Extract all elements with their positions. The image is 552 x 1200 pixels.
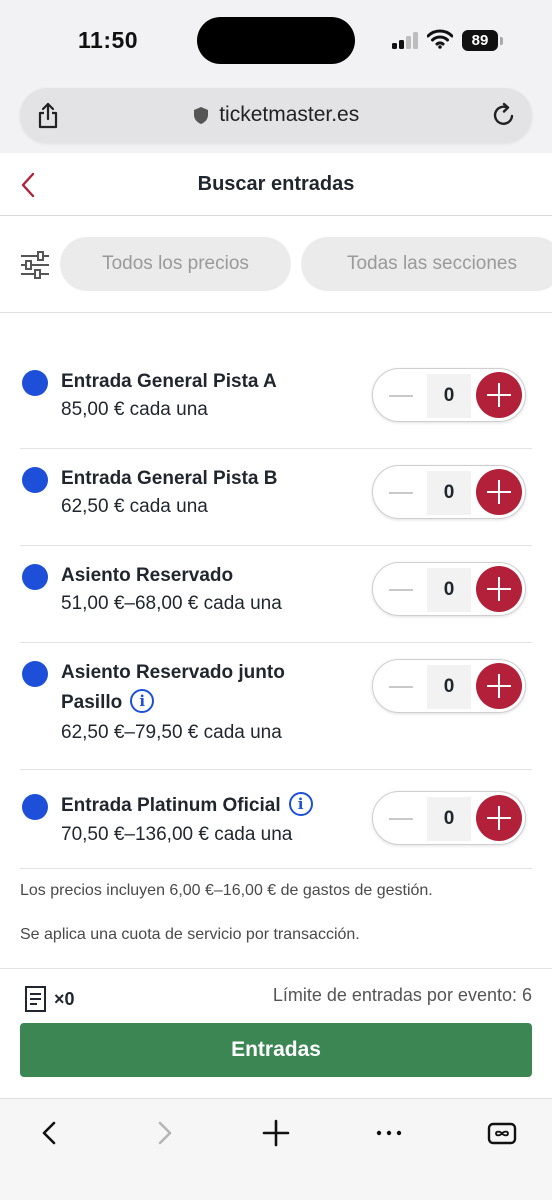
decrease-button[interactable] [389,395,413,397]
increase-button[interactable] [476,795,522,841]
price-filter-button[interactable]: Todos los precios [60,237,291,291]
ticket-name: Asiento Reservado junto [61,662,285,683]
dynamic-island [197,17,355,64]
ticket-name-line2: Pasillo i [61,688,155,718]
page-title: Buscar entradas [197,173,355,195]
ticket-name-continued: Pasillo [61,692,123,713]
quantity-value: 0 [427,374,471,418]
reload-icon[interactable] [492,102,516,128]
back-icon[interactable] [32,1115,68,1151]
service-fee-note: Se aplica una cuota de servicio por tran… [20,926,360,943]
ticket-row: Entrada General Pista A 85,00 € cada una… [20,352,532,449]
increase-button[interactable] [476,469,522,515]
ticket-name-row: Entrada Platinum Oficial i [61,791,313,821]
receipt-icon [25,986,46,1012]
ticket-row: Entrada General Pista B 62,50 € cada una… [20,449,532,546]
increase-button[interactable] [476,372,522,418]
new-tab-icon[interactable] [258,1115,294,1151]
url-display[interactable]: ticketmaster.es [20,103,532,127]
quantity-value: 0 [427,568,471,612]
forward-icon[interactable] [146,1115,182,1151]
ticket-list: Entrada General Pista A 85,00 € cada una… [20,352,532,869]
status-time: 11:50 [78,27,139,53]
ticket-price: 85,00 € cada una [61,399,208,420]
quantity-value: 0 [427,665,471,709]
decrease-button[interactable] [389,589,413,591]
ticket-limit-text: Límite de entradas por evento: 6 [272,985,532,1005]
ticket-price: 70,50 €–136,00 € cada una [61,824,293,845]
ticket-color-dot [22,370,48,396]
filter-sliders-icon[interactable] [20,251,50,279]
filter-bar: Todos los precios Todas las secciones [0,217,552,313]
info-icon[interactable]: i [130,689,155,713]
tabs-icon[interactable] [484,1115,520,1151]
fees-note: Los precios incluyen 6,00 €–16,00 € de g… [20,882,433,899]
quantity-value: 0 [427,471,471,515]
status-bar: 11:50 89 [0,0,552,80]
decrease-button[interactable] [389,492,413,494]
ticket-row: Asiento Reservado 51,00 €–68,00 € cada u… [20,546,532,643]
ticket-price: 62,50 €–79,50 € cada una [61,722,282,743]
ticket-price: 51,00 €–68,00 € cada una [61,593,282,614]
ticket-color-dot [22,794,48,820]
address-bar[interactable]: ticketmaster.es [20,88,532,143]
fee-notes: Los precios incluyen 6,00 €–16,00 € de g… [20,880,532,968]
quantity-value: 0 [427,797,471,841]
ticket-name: Entrada General Pista B [61,468,278,489]
ticket-count: ×0 [24,985,75,1013]
quantity-stepper: 0 [372,562,526,616]
quantity-stepper: 0 [372,659,526,713]
cellular-signal-icon [392,31,420,49]
entradas-button[interactable]: Entradas [20,1023,532,1077]
ticket-name: Asiento Reservado [61,565,234,586]
checkout-footer: ×0 Límite de entradas por evento: 6 Entr… [0,968,552,1098]
ticket-price: 62,50 € cada una [61,496,208,517]
more-icon[interactable] [371,1115,407,1151]
ticket-name: Entrada General Pista A [61,371,277,392]
battery-tip [500,37,503,45]
ticket-color-dot [22,467,48,493]
increase-button[interactable] [476,566,522,612]
page-header: Buscar entradas [0,153,552,216]
section-filter-button[interactable]: Todas las secciones [301,237,552,291]
ticket-row: Asiento Reservado junto Pasillo i 62,50 €… [20,643,532,770]
quantity-stepper: 0 [372,368,526,422]
ticket-count-value: ×0 [54,988,75,1009]
wifi-icon [427,29,453,49]
decrease-button[interactable] [389,686,413,688]
battery-level: 89 [462,30,498,51]
quantity-stepper: 0 [372,465,526,519]
ticket-color-dot [22,661,48,687]
shield-icon [193,106,208,124]
decrease-button[interactable] [389,818,413,820]
browser-toolbar [0,1098,552,1200]
page-content: Buscar entradas Todos los precios Todas … [0,153,552,1098]
ticket-name: Entrada Platinum Oficial [61,795,281,816]
increase-button[interactable] [476,663,522,709]
quantity-stepper: 0 [372,791,526,845]
ticket-row: Entrada Platinum Oficial i 70,50 €–136,00… [20,770,532,869]
info-icon[interactable]: i [288,792,313,816]
ticket-color-dot [22,564,48,590]
url-text: ticketmaster.es [219,103,360,126]
